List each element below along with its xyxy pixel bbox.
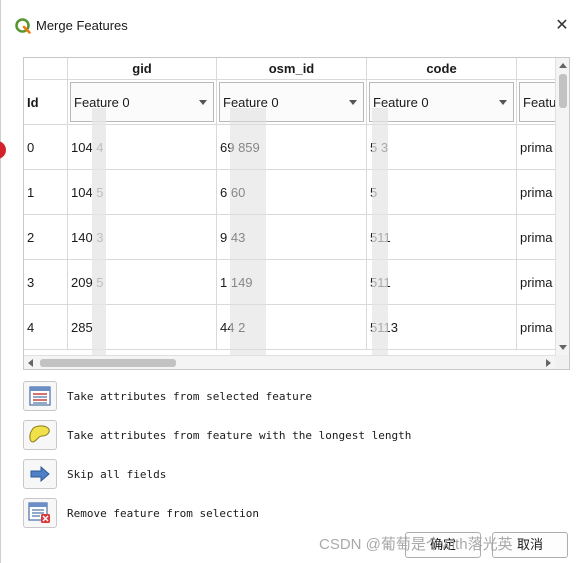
take-longest-attributes-button[interactable] [23,420,57,450]
close-icon: ✕ [555,17,569,34]
row-header-id[interactable]: 1 [24,170,68,215]
qgis-logo-icon [15,18,31,34]
watermark-text: CSDN @葡萄是个with落光英 [319,536,513,553]
title-bar: Merge Features ✕ [1,0,581,40]
arrow-right-icon [30,466,50,482]
chevron-down-icon [349,100,357,105]
column-header-gid[interactable]: gid [68,58,217,80]
action-row-skip: Skip all fields [23,458,503,490]
privacy-mosaic [92,108,106,355]
row-header-id[interactable]: 2 [24,215,68,260]
chevron-down-icon [199,100,207,105]
scroll-down-icon[interactable] [559,345,567,350]
table-cell[interactable]: 104 4 [68,125,217,170]
attribute-merge-table[interactable]: gid osm_id code Id Feature 0 Feature 0 F… [23,57,570,370]
table-cell[interactable]: prima [517,305,555,350]
table-cell[interactable]: 5 [367,170,517,215]
longest-feature-icon [29,425,50,443]
privacy-mosaic [230,108,266,355]
privacy-mosaic [372,108,388,355]
row-header-title: Id [24,80,68,125]
vertical-scrollbar[interactable] [555,58,569,355]
table-cell[interactable]: 511 [367,215,517,260]
scroll-left-icon[interactable] [28,359,33,367]
attribute-table-icon [29,386,51,406]
table-corner [24,58,68,80]
action-row-remove: Remove feature from selection [23,497,503,529]
next-source-cell: Featu [517,80,555,125]
scroll-thumb[interactable] [40,359,176,367]
table-cell[interactable]: prima [517,260,555,305]
column-header-code[interactable]: code [367,58,517,80]
column-header-osm-id[interactable]: osm_id [217,58,367,80]
scroll-corner [555,355,569,369]
row-header-id[interactable]: 0 [24,125,68,170]
skip-all-fields-label: Skip all fields [67,467,167,481]
remove-feature-icon [28,502,50,523]
remove-feature-label: Remove feature from selection [67,506,260,520]
column-header-next[interactable] [517,58,555,80]
table-grid: gid osm_id code Id Feature 0 Feature 0 F… [24,58,555,355]
edge-marker [0,141,6,159]
gid-source-cell: Feature 0 [68,80,217,125]
take-longest-attributes-label: Take attributes from feature with the lo… [67,428,412,442]
take-selected-attributes-button[interactable] [23,381,57,411]
scroll-thumb[interactable] [559,74,567,108]
table-cell[interactable]: 511 [367,260,517,305]
table-cell[interactable]: prima [517,215,555,260]
table-cell[interactable]: 5 3 [367,125,517,170]
remove-feature-button[interactable] [23,498,57,528]
table-cell[interactable]: prima [517,170,555,215]
take-selected-attributes-label: Take attributes from selected feature [67,389,313,403]
merge-features-dialog: Merge Features ✕ gid osm_id code Id Feat… [0,0,581,563]
table-cell[interactable]: prima [517,125,555,170]
table-cell[interactable]: 285 [68,305,217,350]
scroll-up-icon[interactable] [559,63,567,68]
table-cell[interactable]: 140 3 [68,215,217,260]
code-source-cell: Feature 0 [367,80,517,125]
action-row-selected: Take attributes from selected feature [23,380,503,412]
close-button[interactable]: ✕ [550,14,574,38]
next-feature-select-value: Featu [523,95,555,110]
table-cell[interactable]: 5113 [367,305,517,350]
next-feature-select[interactable]: Featu [519,82,555,122]
action-row-longest: Take attributes from feature with the lo… [23,419,503,451]
row-header-id[interactable]: 4 [24,305,68,350]
window-title: Merge Features [36,18,128,33]
horizontal-scrollbar[interactable] [24,355,555,369]
table-cell[interactable]: 104 5 [68,170,217,215]
code-feature-select[interactable]: Feature 0 [369,82,514,122]
table-cell[interactable]: 209 5 [68,260,217,305]
row-header-id[interactable]: 3 [24,260,68,305]
scroll-right-icon[interactable] [546,359,551,367]
chevron-down-icon [499,100,507,105]
skip-all-fields-button[interactable] [23,459,57,489]
